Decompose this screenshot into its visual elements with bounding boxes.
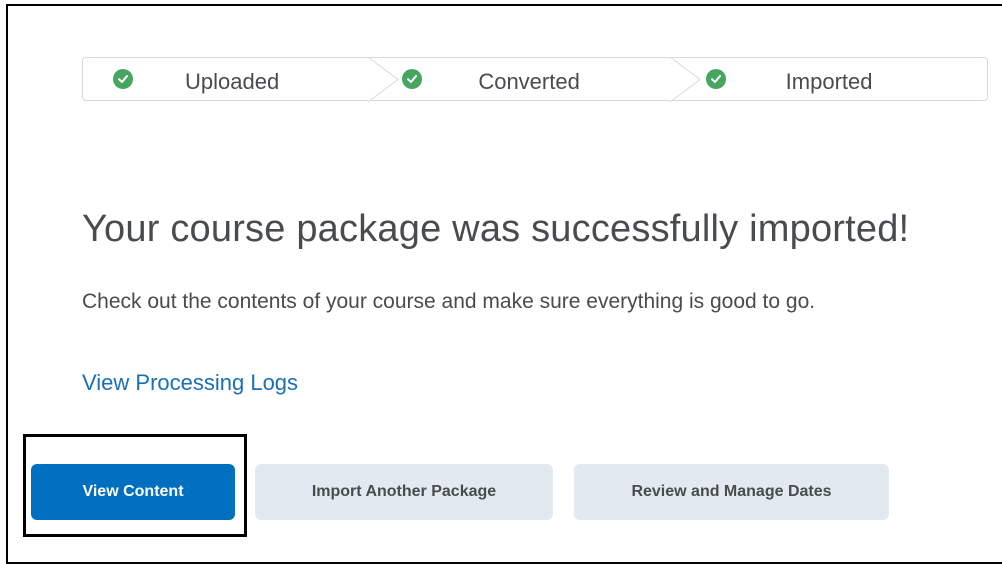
step-label: Imported [785, 69, 873, 94]
step-converted: Converted [384, 57, 701, 102]
check-circle-icon [113, 69, 133, 89]
review-manage-dates-button[interactable]: Review and Manage Dates [574, 464, 889, 520]
view-processing-logs-link[interactable]: View Processing Logs [82, 370, 298, 396]
step-label: Uploaded [185, 69, 280, 94]
step-uploaded: Uploaded [83, 57, 400, 102]
chevron-divider-icon [669, 57, 701, 102]
import-progress-stepper: Uploaded Converted Imported [82, 57, 988, 102]
step-imported: Imported [686, 58, 987, 100]
check-circle-icon [402, 69, 423, 89]
page-title: Your course package was successfully imp… [82, 208, 910, 250]
import-another-package-button[interactable]: Import Another Package [255, 464, 553, 520]
highlight-box [23, 434, 247, 537]
step-label: Converted [478, 69, 580, 94]
chevron-divider-icon [368, 57, 400, 102]
check-circle-icon [705, 69, 726, 89]
success-description: Check out the contents of your course an… [82, 290, 816, 313]
